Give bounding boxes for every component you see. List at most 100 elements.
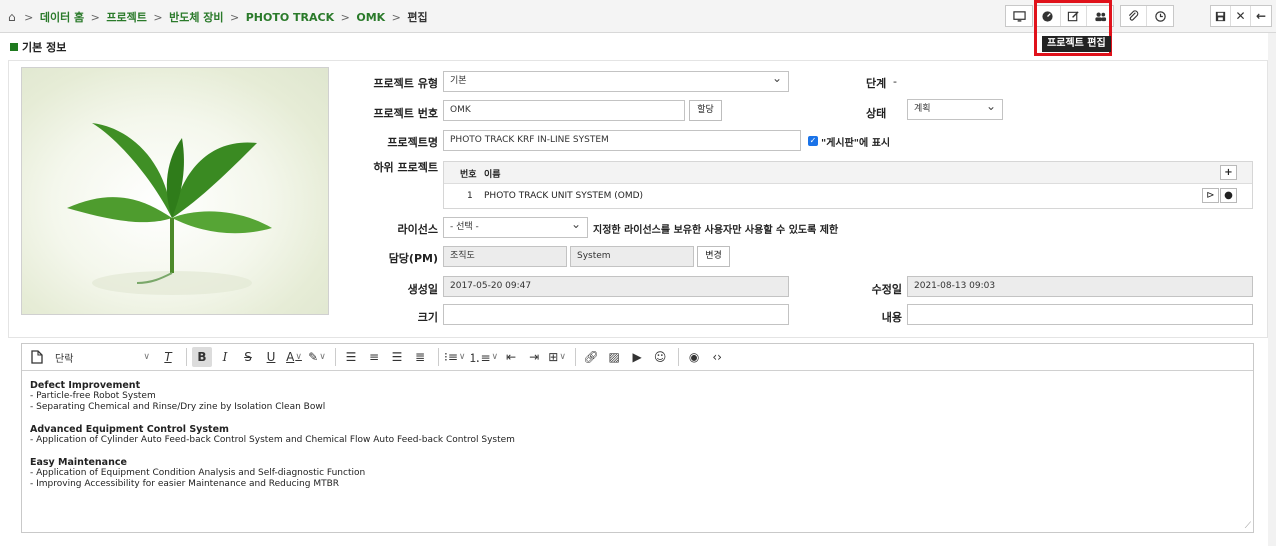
align-right-icon[interactable]: ☰ [387,347,407,367]
header-name: 이름 [484,170,501,180]
created-field: 2017-05-20 09:47 [443,276,789,297]
preview-icon[interactable]: ◉ [684,347,704,367]
license-select[interactable]: - 선택 - [443,217,588,238]
rich-text-editor[interactable]: 단락 ∨ T B I S U A ∨ ✎ ∨ ☰ ≡ ☰ ≣ ⁝≡ ∨ ⒈≡ ∨ ⇤ ⇥ … [21,343,1254,533]
breadcrumb-separator: > [153,11,163,24]
breadcrumb-link[interactable]: 반도체 장비 [169,11,223,24]
project-type-select[interactable]: 기본 [443,71,789,92]
subproject-label: 하위 프로젝트 [373,161,438,174]
remove-icon[interactable]: ● [1220,188,1237,203]
content-input[interactable] [907,304,1253,325]
scrollbar[interactable] [1268,33,1276,546]
image-icon[interactable]: ▨ [604,347,624,367]
paragraph-style-value: 단락 [55,353,74,365]
breadcrumb-separator: > [340,11,350,24]
subproject-row-name[interactable]: PHOTO TRACK UNIT SYSTEM (OMD) [484,191,643,201]
link-icon[interactable]: 🔗︎ [581,347,601,367]
strikethrough-icon[interactable]: S [238,347,258,367]
breadcrumb-link[interactable]: OMK [356,11,385,24]
add-subproject-button[interactable]: + [1220,165,1237,180]
content-label: 내용 [881,311,902,324]
back-icon[interactable]: ← [1251,6,1271,26]
bullet-list-icon[interactable]: ⁝≡ ∨ [444,347,465,367]
license-note: 지정한 라이선스를 보유한 사용자만 사용할 수 있도록 제한 [593,225,839,236]
section-square-icon [10,43,18,51]
size-label: 크기 [417,311,438,324]
media-icon[interactable]: ▶ [627,347,647,367]
toolbar-divider [438,348,439,366]
align-center-icon[interactable]: ≡ [364,347,384,367]
size-input[interactable] [443,304,789,325]
source-code-icon[interactable]: ‹› [707,347,727,367]
assign-button[interactable]: 할당 [689,100,722,121]
numbered-list-icon[interactable]: ⒈≡ ∨ [468,347,498,367]
editor-line: - Separating Chemical and Rinse/Dry zine… [30,402,326,412]
emoji-icon[interactable]: ☺ [650,347,670,367]
align-left-icon[interactable]: ☰ [341,347,361,367]
toolbar-divider [186,348,187,366]
section-title-text: 기본 정보 [22,41,67,54]
change-pm-button[interactable]: 변경 [697,246,730,267]
dashboard-icon[interactable] [1035,6,1061,26]
history-icon[interactable] [1147,6,1173,26]
breadcrumb-link[interactable]: 데이터 홈 [40,11,84,24]
project-name-label: 프로젝트명 [387,136,438,149]
resize-handle-icon[interactable]: ⟋ [1245,521,1251,531]
breadcrumb-separator: > [230,11,240,24]
font-color-icon[interactable]: A ∨ [284,347,304,367]
table-header [444,162,1252,184]
header-no: 번호 [460,170,477,180]
highlight-color-icon[interactable]: ✎ ∨ [307,347,327,367]
open-folder-icon[interactable]: ⊳ [1202,188,1219,203]
editor-line: - Application of Cylinder Auto Feed-back… [30,435,515,445]
editor-line: - Application of Equipment Condition Ana… [30,468,366,478]
breadcrumb-separator: > [90,11,100,24]
toolbar-divider [335,348,336,366]
top-bar: ⌂ > 데이터 홈 > 프로젝트 > 반도체 장비 > PHOTO TRACK … [0,0,1276,33]
save-icon[interactable] [1211,6,1231,26]
indent-icon[interactable]: ⇥ [524,347,544,367]
attachment-icon[interactable] [1121,6,1147,26]
project-name-input[interactable]: PHOTO TRACK KRF IN-LINE SYSTEM [443,130,801,151]
pm-label: 담당(PM) [388,252,438,265]
toolbar-divider [575,348,577,366]
editor-toolbar: 단락 ∨ T B I S U A ∨ ✎ ∨ ☰ ≡ ☰ ≣ ⁝≡ ∨ ⒈≡ ∨ ⇤ ⇥ … [22,344,1253,371]
subproject-row-no: 1 [467,191,473,201]
created-label: 생성일 [407,283,438,296]
chevron-down-icon: ∨ [143,352,150,362]
underline-icon[interactable]: U [261,347,281,367]
members-icon[interactable] [1087,6,1113,26]
project-type-label: 프로젝트 유형 [373,77,438,90]
paragraph-style-select[interactable]: 단락 ∨ [50,347,155,367]
breadcrumb-link[interactable]: PHOTO TRACK [246,11,334,24]
status-select[interactable]: 계획 [907,99,1003,120]
monitor-icon[interactable] [1006,6,1032,26]
align-justify-icon[interactable]: ≣ [410,347,430,367]
home-icon[interactable]: ⌂ [8,10,16,24]
breadcrumb: ⌂ > 데이터 홈 > 프로젝트 > 반도체 장비 > PHOTO TRACK … [8,9,428,25]
pm-org-field: 조직도 [443,246,567,267]
clear-format-icon[interactable]: T [158,347,178,367]
stage-label: 단계 [866,77,887,90]
editor-content[interactable]: Defect Improvement - Particle-free Robot … [30,380,1230,490]
action-toolbar: ✕ ← [1210,5,1272,27]
outdent-icon[interactable]: ⇤ [501,347,521,367]
edit-icon[interactable] [1061,6,1087,26]
bold-icon[interactable]: B [192,347,212,367]
breadcrumb-separator: > [24,11,34,24]
new-document-icon[interactable] [27,347,47,367]
editor-blank-line [30,413,1230,424]
modified-field: 2021-08-13 09:03 [907,276,1253,297]
board-checkbox[interactable]: ✓ [808,136,818,146]
editor-heading: Defect Improvement [30,380,141,391]
project-image [21,67,329,315]
close-icon[interactable]: ✕ [1231,6,1251,26]
board-checkbox-label: "게시판"에 표시 [821,138,891,149]
breadcrumb-link[interactable]: 프로젝트 [106,11,146,24]
breadcrumb-separator: > [391,11,401,24]
tooltip: 프로젝트 편집 [1042,36,1111,52]
italic-icon[interactable]: I [215,347,235,367]
project-number-input[interactable]: OMK [443,100,685,121]
editor-line: - Improving Accessibility for easier Mai… [30,479,340,489]
table-icon[interactable]: ⊞ ∨ [547,347,567,367]
